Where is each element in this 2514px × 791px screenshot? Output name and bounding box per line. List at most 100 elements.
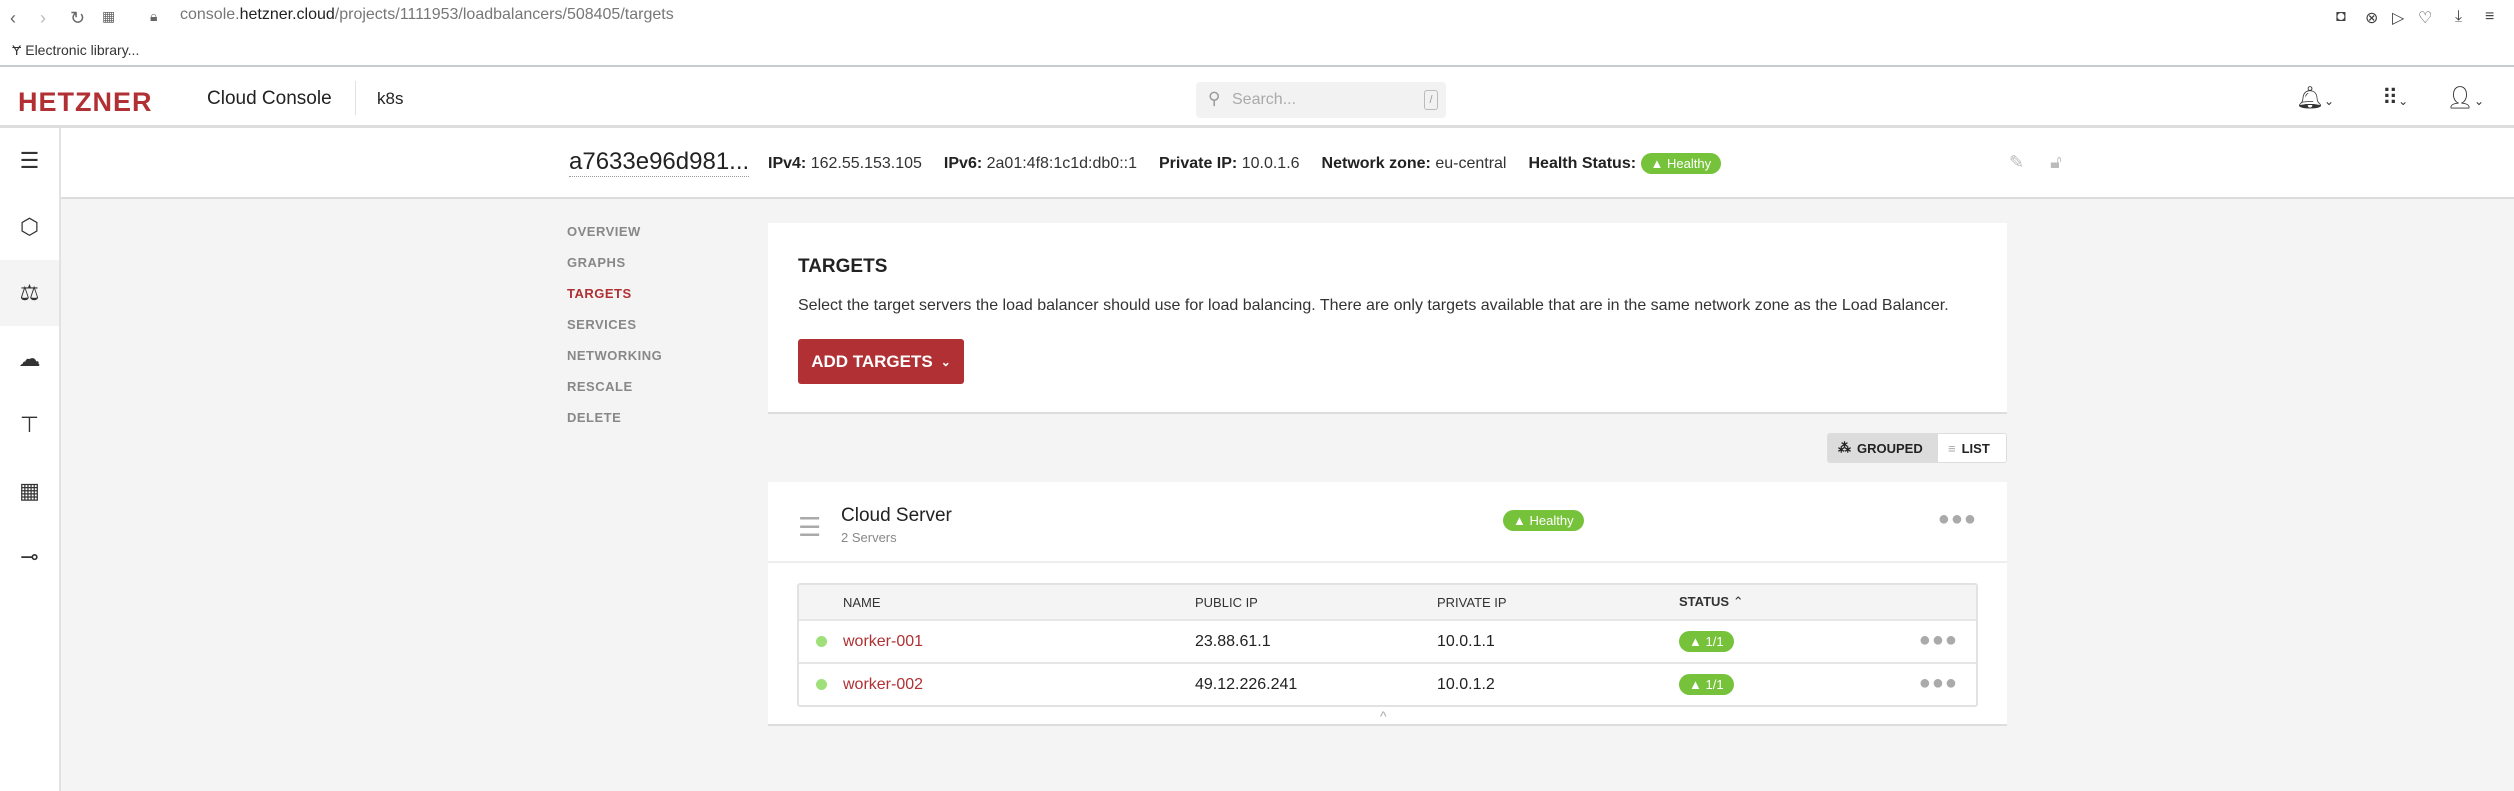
- server-icon: ☰: [19, 148, 40, 173]
- row-more-options-icon[interactable]: ●●●: [1919, 629, 1958, 652]
- bookmark-electronic-library[interactable]: Ɏ Electronic library...: [12, 42, 139, 58]
- column-public-ip[interactable]: PUBLIC IP: [1195, 595, 1437, 610]
- sidebar-item-volumes[interactable]: ⬡: [0, 194, 59, 260]
- group-health-badge: ▲ Healthy: [1503, 510, 1584, 531]
- submenu-rescale[interactable]: RESCALE: [567, 379, 633, 394]
- reload-icon[interactable]: ↻: [70, 8, 85, 29]
- user-icon[interactable]: 👤︎⌄: [2446, 85, 2484, 111]
- load-balancer-name[interactable]: a7633e96d981...: [569, 148, 750, 177]
- submenu-overview[interactable]: OVERVIEW: [567, 224, 641, 239]
- sidebar-item-servers[interactable]: ☰: [0, 128, 59, 194]
- grouped-view-button[interactable]: ⁂ GROUPED: [1828, 434, 1938, 462]
- private-ip: 10.0.1.1: [1437, 632, 1495, 650]
- cloud-server-group-card: ☰ Cloud Server 2 Servers ▲ Healthy ●●● N…: [768, 482, 2007, 726]
- sidebar-item-firewalls[interactable]: ▦: [0, 458, 59, 524]
- lock-icon: 🔒︎: [150, 8, 158, 24]
- group-subtitle: 2 Servers: [841, 530, 897, 545]
- forward-icon[interactable]: ›: [40, 8, 46, 29]
- column-name[interactable]: NAME: [799, 595, 1195, 610]
- targets-title: TARGETS: [798, 256, 888, 277]
- edit-icon[interactable]: ✎: [2009, 152, 2024, 173]
- status-header-label: STATUS: [1679, 594, 1730, 609]
- collapse-icon[interactable]: ^: [1380, 708, 1387, 724]
- ipv4-label: IPv4:: [768, 154, 807, 172]
- load-balancer-icon: ⚖: [19, 280, 40, 305]
- screenshot-icon[interactable]: ◘: [2336, 8, 2346, 26]
- submenu-targets[interactable]: TARGETS: [567, 286, 632, 301]
- grouped-label: GROUPED: [1857, 440, 1923, 456]
- list-label: LIST: [1961, 440, 1990, 456]
- search-placeholder: Search...: [1232, 91, 1297, 108]
- status-dot: [816, 636, 827, 647]
- sidebar-item-security[interactable]: ⊸: [0, 524, 59, 590]
- apps-grid-icon[interactable]: ⠿⌄: [2382, 85, 2408, 111]
- group-title: Cloud Server: [841, 505, 952, 526]
- sidebar-item-networks[interactable]: ⊤: [0, 392, 59, 458]
- shield-icon[interactable]: ⊗: [2365, 8, 2378, 28]
- submenu-networking[interactable]: NETWORKING: [567, 348, 662, 363]
- load-balancer-info-bar: a7633e96d981... IPv4: 162.55.153.105 IPv…: [61, 128, 2514, 199]
- notifications-bell-icon[interactable]: 🔔︎⌄: [2296, 85, 2334, 111]
- health-status-label: Health Status:: [1528, 155, 1637, 172]
- project-name[interactable]: k8s: [377, 89, 403, 109]
- firewall-icon: ▦: [19, 478, 40, 503]
- submenu-delete[interactable]: DELETE: [567, 410, 621, 425]
- menu-icon[interactable]: ≡: [2485, 8, 2494, 26]
- targets-card: TARGETS Select the target servers the lo…: [768, 223, 2007, 414]
- column-private-ip[interactable]: PRIVATE IP: [1437, 595, 1679, 610]
- send-icon[interactable]: ▷: [2392, 8, 2404, 28]
- ipv4-value: 162.55.153.105: [810, 154, 922, 172]
- chevron-down-icon: ⌄: [940, 354, 951, 369]
- ipv6-value: 2a01:4f8:1c1d:db0::1: [986, 154, 1137, 172]
- list-view-button[interactable]: ≡ LIST: [1938, 434, 2000, 462]
- list-icon: ≡: [1948, 440, 1956, 456]
- status-badge: ▲ 1/1: [1679, 674, 1734, 695]
- sidebar: ☰ ⬡ ⚖ ☁ ⊤ ▦ ⊸: [0, 128, 61, 791]
- health-status-badge: ▲ Healthy: [1640, 153, 1722, 174]
- divider: [355, 81, 356, 115]
- add-targets-label: ADD TARGETS: [811, 351, 933, 371]
- apps-icon[interactable]: ▦: [102, 8, 115, 25]
- server-name-link[interactable]: worker-002: [843, 676, 923, 694]
- unlock-icon[interactable]: 🔓︎: [2050, 152, 2062, 173]
- column-status[interactable]: STATUS ⌃: [1679, 594, 1879, 610]
- table-header: NAME PUBLIC IP PRIVATE IP STATUS ⌃: [799, 585, 1976, 619]
- network-zone-value: eu-central: [1435, 154, 1507, 172]
- targets-table: NAME PUBLIC IP PRIVATE IP STATUS ⌃ worke…: [797, 583, 1978, 707]
- sidebar-item-load-balancers[interactable]: ⚖: [0, 260, 59, 326]
- public-ip: 49.12.226.241: [1195, 675, 1298, 693]
- hetzner-logo[interactable]: HETZNER: [18, 87, 153, 118]
- table-row: worker-001 23.88.61.1 10.0.1.1 ▲ 1/1 ●●●: [799, 619, 1976, 662]
- app-header: HETZNER Cloud Console k8s ⚲ Search... / …: [0, 67, 2514, 128]
- cloud-server-icon: ☁: [18, 346, 41, 371]
- network-zone-label: Network zone:: [1321, 154, 1431, 172]
- group-more-options-icon[interactable]: ●●●: [1938, 508, 1977, 531]
- add-targets-button[interactable]: ADD TARGETS ⌄: [798, 339, 964, 384]
- app-title: Cloud Console: [207, 88, 332, 109]
- submenu-graphs[interactable]: GRAPHS: [567, 255, 626, 270]
- public-ip: 23.88.61.1: [1195, 632, 1271, 650]
- targets-description: Select the target servers the load balan…: [798, 297, 1949, 314]
- heart-icon[interactable]: ♡: [2418, 8, 2432, 28]
- submenu-services[interactable]: SERVICES: [567, 317, 637, 332]
- key-icon: ⊸: [20, 544, 39, 569]
- back-icon[interactable]: ‹: [10, 8, 16, 29]
- grouped-icon: ⁂: [1838, 440, 1851, 455]
- private-ip: 10.0.1.2: [1437, 675, 1495, 693]
- download-icon[interactable]: ⤓: [2455, 8, 2462, 26]
- sort-asc-icon: ⌃: [1732, 594, 1744, 609]
- sidebar-item-floating-ips[interactable]: ☁: [0, 326, 59, 392]
- status-badge: ▲ 1/1: [1679, 631, 1734, 652]
- divider: [768, 561, 2007, 563]
- view-toggle: ⁂ GROUPED ≡ LIST: [1827, 433, 2007, 463]
- browser-toolbar: ‹ › ↻ ▦ 🔒︎ console.hetzner.cloud/project…: [0, 0, 2514, 67]
- server-name-link[interactable]: worker-001: [843, 633, 923, 651]
- status-dot: [816, 679, 827, 690]
- load-balancer-details: IPv4: 162.55.153.105 IPv6: 2a01:4f8:1c1d…: [768, 153, 1722, 174]
- row-more-options-icon[interactable]: ●●●: [1919, 672, 1958, 695]
- search-shortcut: /: [1424, 90, 1438, 110]
- search-input[interactable]: ⚲ Search... /: [1196, 82, 1446, 118]
- private-ip-value: 10.0.1.6: [1241, 154, 1300, 172]
- address-bar[interactable]: console.hetzner.cloud/projects/1111953/l…: [180, 6, 674, 24]
- header-actions: ✎ 🔓︎: [2009, 152, 2062, 173]
